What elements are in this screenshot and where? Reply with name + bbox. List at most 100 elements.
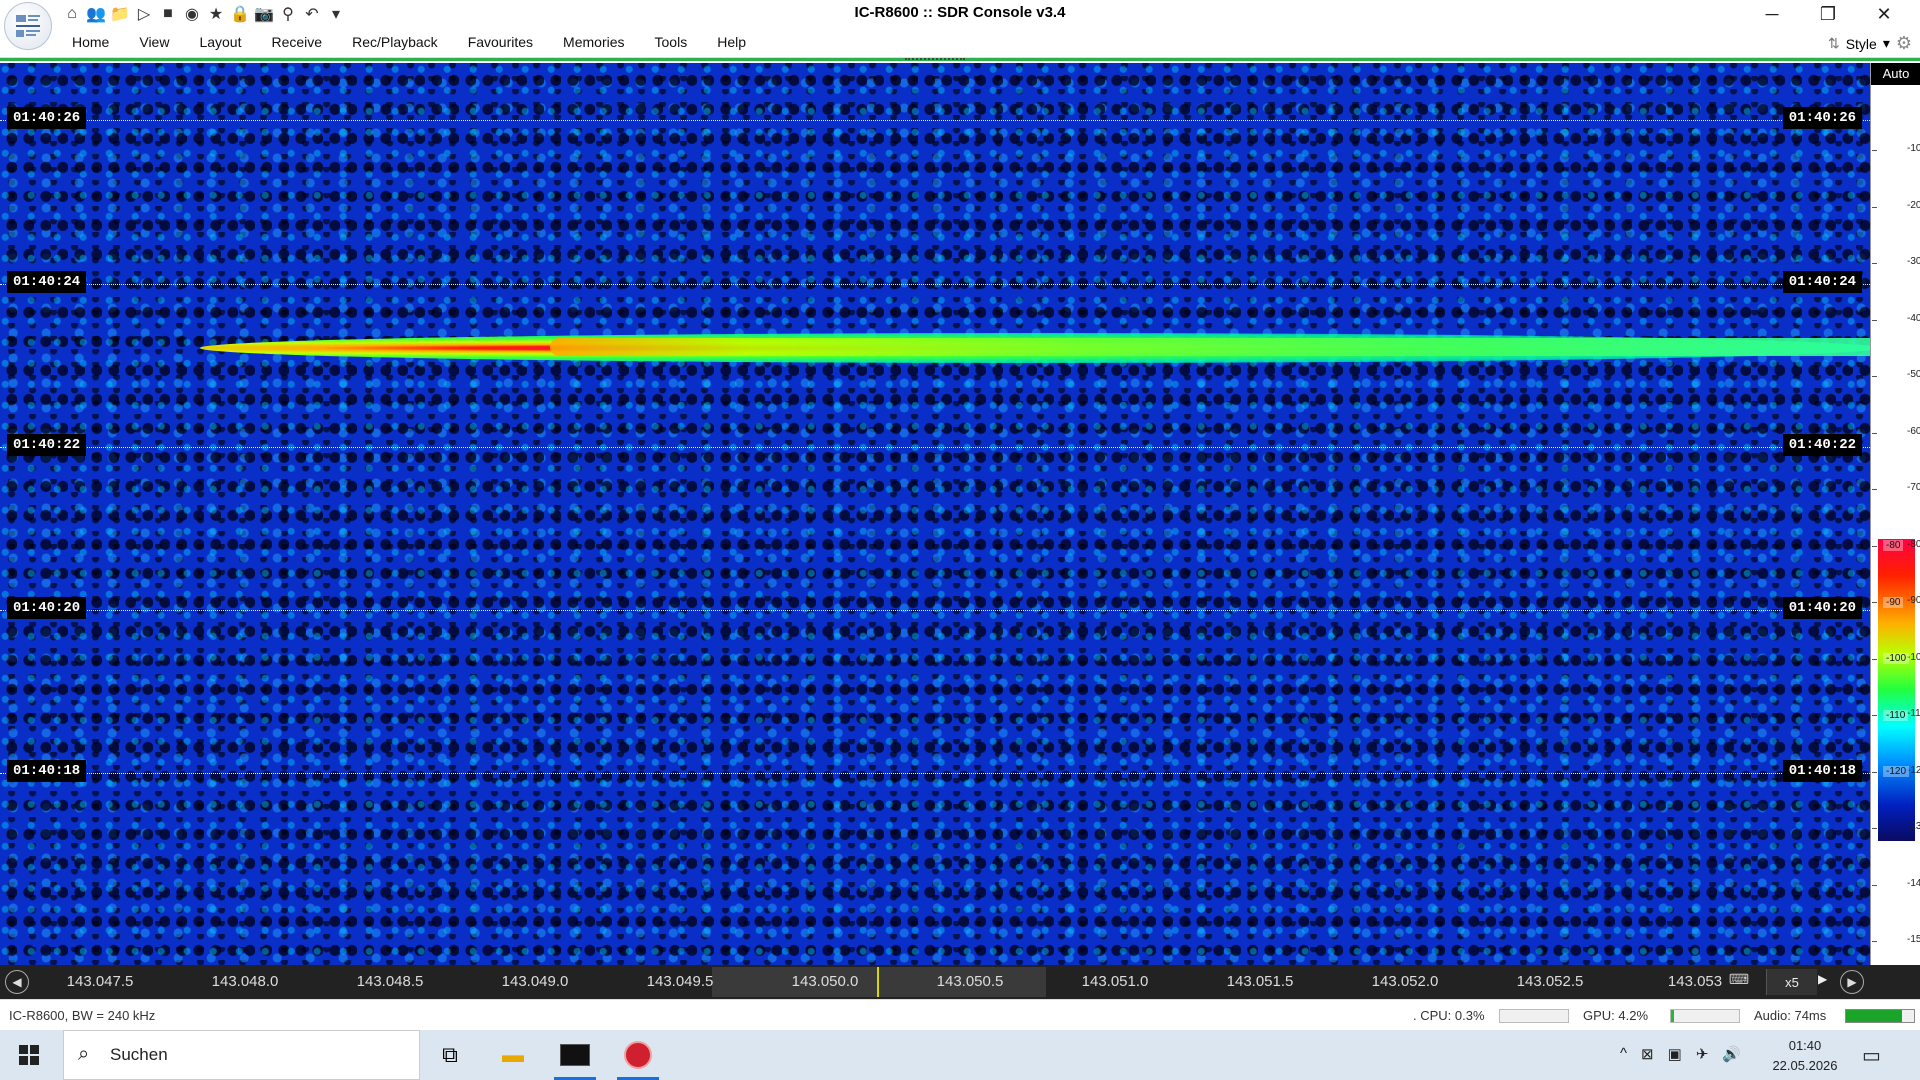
frequency-label: 143.053: [1667, 973, 1723, 990]
db-scale[interactable]: Auto -10 -20 -30 -40 -50 -60 -70 -80 -90 -100 -110…: [1870, 63, 1920, 965]
info-icon[interactable]: ⇅: [1828, 35, 1840, 52]
task-view-icon[interactable]: ⧉: [429, 1038, 471, 1072]
start-button[interactable]: [0, 1030, 58, 1080]
frequency-label: 143.047.5: [66, 973, 134, 990]
gpu-status: GPU: 4.2%: [1583, 1008, 1649, 1023]
color-scale-bar[interactable]: [1878, 539, 1915, 841]
time-gridline: [0, 120, 1870, 121]
db-tick-label: -150: [1907, 934, 1920, 945]
cpu-meter: [1499, 1009, 1569, 1023]
menu-memories[interactable]: Memories: [548, 34, 639, 50]
search-icon: ⌕: [78, 1043, 90, 1065]
signal-trace-core: [550, 338, 1870, 356]
menu-favourites[interactable]: Favourites: [453, 34, 548, 50]
clock-date: 22.05.2026: [1772, 1058, 1838, 1073]
db-tick-label: -50: [1907, 369, 1920, 380]
frequency-label: 143.052.0: [1371, 973, 1439, 990]
color-scale-label: -110: [1883, 709, 1909, 721]
db-tick-label: -110: [1907, 708, 1920, 719]
time-label-right: 01:40:18: [1782, 760, 1862, 782]
time-label-right: 01:40:22: [1782, 434, 1862, 456]
time-gridline: [0, 284, 1870, 285]
gear-icon[interactable]: ⚙: [1896, 33, 1912, 54]
frequency-axis[interactable]: ◀ 143.047.5 143.048.0 143.048.5 143.049.0 14…: [0, 965, 1920, 999]
time-gridline: [0, 773, 1870, 774]
close-button[interactable]: ✕: [1856, 0, 1912, 29]
frequency-label: 143.052.5: [1516, 973, 1584, 990]
radio-status: IC-R8600, BW = 240 kHz: [9, 1008, 156, 1023]
show-hidden-icons-icon[interactable]: ^: [1620, 1045, 1627, 1063]
style-label: Style: [1845, 35, 1877, 52]
menu-view[interactable]: View: [124, 34, 184, 50]
app-menu-button[interactable]: [4, 2, 52, 50]
menu-help[interactable]: Help: [702, 34, 761, 50]
time-label-left: 01:40:22: [7, 434, 87, 456]
menu-rec-playback[interactable]: Rec/Playback: [337, 34, 453, 50]
system-tray[interactable]: ^ ⊠ ▣ ✈ 🔊: [1620, 1045, 1741, 1063]
db-tick-mark: [1872, 489, 1877, 490]
minimize-button[interactable]: ─: [1744, 0, 1800, 29]
menu-receive[interactable]: Receive: [257, 34, 338, 50]
color-scale-label: -120: [1883, 766, 1910, 777]
volume-icon[interactable]: 🔊: [1722, 1045, 1741, 1063]
audio-meter-fill: [1846, 1010, 1902, 1022]
db-tick-mark: [1872, 771, 1877, 773]
style-menu[interactable]: ⇅ Style ▾ ⚙: [1828, 33, 1912, 54]
db-tick-mark: [1872, 715, 1877, 716]
file-explorer-icon[interactable]: ▬: [492, 1038, 534, 1072]
search-placeholder: Suchen: [110, 1045, 168, 1064]
keyboard-icon[interactable]: ⌨: [1722, 971, 1756, 993]
audio-status: Audio: 74ms: [1754, 1008, 1827, 1023]
auto-button[interactable]: Auto: [1871, 63, 1920, 85]
terminal-icon[interactable]: [554, 1038, 596, 1072]
scroll-right-button[interactable]: ▶: [1840, 970, 1864, 994]
time-label-left: 01:40:26: [7, 107, 87, 129]
zoom-arrow-icon[interactable]: ▶: [1818, 972, 1827, 986]
frequency-label: 143.048.0: [211, 973, 279, 990]
clock[interactable]: 01:40 22.05.2026: [1772, 1036, 1838, 1076]
title-bar: ⌂ 👥 📁 ▷ ■ ◉ ★ 🔒 📷 ⚲ ↶ ▾ IC-R8600 :: SDR Console v3.…: [0, 0, 1920, 29]
gpu-meter-fill: [1671, 1010, 1674, 1022]
db-tick-label: -10: [1907, 143, 1920, 154]
db-tick-label: -90: [1907, 595, 1920, 606]
db-tick-mark: [1872, 376, 1877, 377]
frequency-label: 143.051.5: [1226, 973, 1294, 990]
db-tick-mark: [1872, 150, 1877, 151]
menu-home[interactable]: Home: [57, 34, 124, 50]
db-tick-mark: [1872, 319, 1877, 321]
zoom-select[interactable]: x5: [1766, 969, 1817, 995]
menu-bar: Home View Layout Receive Rec/Playback Favouri…: [0, 29, 1920, 58]
time-gridline: [0, 610, 1870, 611]
airplane-mode-icon[interactable]: ✈: [1696, 1045, 1709, 1063]
cpu-status: . CPU: 0.3%: [1413, 1008, 1485, 1023]
time-label-right: 01:40:24: [1782, 271, 1862, 293]
status-bar: IC-R8600, BW = 240 kHz . CPU: 0.3% GPU: …: [0, 999, 1920, 1030]
menu-layout[interactable]: Layout: [184, 34, 256, 50]
color-scale-label: -90: [1883, 596, 1904, 608]
sdr-console-icon[interactable]: [617, 1038, 659, 1072]
db-tick-mark: [1872, 941, 1877, 942]
restore-button[interactable]: ❐: [1800, 0, 1856, 29]
network-icon[interactable]: ⊠: [1641, 1045, 1654, 1063]
db-tick-mark: [1872, 206, 1877, 208]
windows-icon: [19, 1045, 39, 1065]
db-tick-label: -70: [1907, 482, 1920, 493]
tuning-cursor[interactable]: [877, 967, 879, 997]
db-tick-mark: [1872, 884, 1877, 886]
search-box[interactable]: ⌕ Suchen: [63, 1030, 420, 1080]
app-logo-icon: [16, 15, 40, 37]
nvidia-icon[interactable]: ▣: [1668, 1045, 1682, 1063]
scroll-left-button[interactable]: ◀: [5, 970, 29, 994]
menu-tools[interactable]: Tools: [640, 34, 703, 50]
frequency-label: 143.049.0: [501, 973, 569, 990]
time-label-right: 01:40:20: [1782, 597, 1862, 619]
color-scale-label: -100: [1883, 653, 1910, 664]
db-tick-mark: [1872, 658, 1877, 660]
time-label-left: 01:40:18: [7, 760, 87, 782]
waterfall-display[interactable]: 01:40:26 01:40:26 01:40:24 01:40:24 01:40:22…: [0, 63, 1870, 965]
notification-icon[interactable]: ▭: [1862, 1043, 1881, 1068]
db-tick-label: -60: [1907, 425, 1920, 437]
time-label-right: 01:40:26: [1782, 107, 1862, 129]
db-tick-mark: [1872, 263, 1877, 264]
db-tick-label: -140: [1907, 877, 1920, 889]
